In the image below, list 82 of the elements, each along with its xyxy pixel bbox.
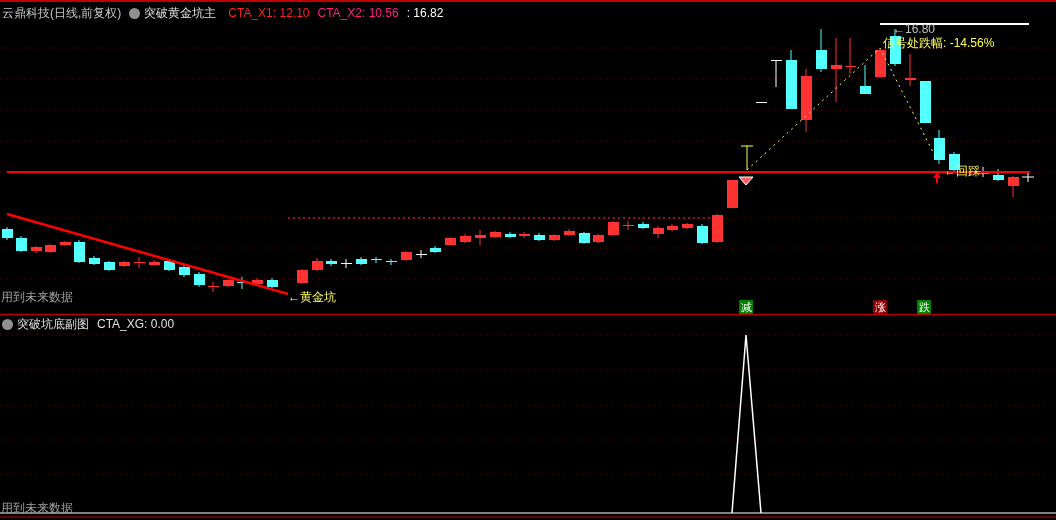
candlestick — [104, 260, 115, 272]
candlestick — [179, 264, 190, 278]
candlestick — [549, 233, 560, 242]
signal-tag: 减 — [739, 300, 753, 314]
candlestick — [593, 233, 604, 244]
candlestick — [579, 231, 590, 245]
gem-icon — [738, 176, 754, 186]
dropdown-icon[interactable] — [129, 7, 141, 19]
up-arrow-icon — [933, 172, 941, 183]
candlestick — [608, 220, 619, 237]
candlestick — [223, 278, 234, 288]
candlestick — [740, 145, 754, 171]
candlestick — [326, 258, 337, 267]
candlestick — [564, 228, 575, 237]
candlestick — [875, 48, 886, 79]
indicator-name: 突破黄金坑主 — [144, 5, 217, 22]
candlestick — [727, 179, 738, 209]
candlestick — [401, 250, 412, 262]
candlestick — [667, 223, 678, 232]
candlestick — [490, 230, 501, 239]
candlestick — [386, 258, 397, 266]
candlestick — [134, 256, 145, 269]
candlestick — [934, 129, 945, 165]
candlestick — [356, 256, 367, 266]
candlestick — [460, 233, 471, 244]
candlestick — [845, 37, 856, 75]
candlestick — [920, 80, 931, 124]
candlestick — [831, 37, 842, 103]
candlestick — [801, 68, 812, 133]
candlestick — [194, 271, 205, 288]
candlestick — [416, 249, 427, 259]
candlestick — [297, 268, 308, 285]
indicator-value: : 16.82 — [406, 5, 444, 22]
candlestick — [149, 259, 160, 267]
indicator-value: CTA_X1: 12.10 — [228, 5, 310, 22]
candlestick — [505, 231, 516, 239]
indicator-name: 突破坑底副图 — [17, 316, 89, 333]
candlestick — [16, 235, 27, 253]
candlestick — [905, 53, 916, 87]
candlestick — [756, 101, 767, 104]
candlestick — [653, 225, 664, 239]
candlestick — [2, 226, 13, 241]
warning-text: 用到未来数据 — [1, 500, 73, 517]
candlestick — [712, 213, 723, 244]
candlestick — [682, 222, 693, 230]
candlestick — [993, 168, 1004, 182]
candlestick — [341, 258, 352, 269]
candlestick — [786, 49, 797, 110]
candlestick — [252, 277, 263, 287]
candlestick — [519, 231, 530, 239]
candlestick — [475, 229, 486, 246]
candlestick — [267, 277, 278, 289]
stock-title: 云鼎科技(日线,前复权) — [2, 5, 122, 22]
candlestick — [89, 255, 100, 266]
candlestick — [430, 245, 441, 254]
warning-text: 用到未来数据 — [1, 289, 73, 306]
candlestick — [771, 59, 782, 88]
candlestick — [860, 64, 871, 95]
candlestick — [45, 243, 56, 254]
dropdown-icon[interactable] — [2, 318, 13, 330]
candlestick — [445, 236, 456, 247]
chart-label: ←黄金坑 — [288, 291, 336, 303]
candlestick — [816, 28, 827, 73]
candlestick — [1008, 175, 1019, 198]
candlestick — [119, 260, 130, 268]
candlestick — [1021, 172, 1035, 183]
candlestick — [74, 239, 85, 264]
candlestick — [371, 256, 382, 264]
candlestick — [60, 240, 71, 247]
indicator-value: CTA_XG: 0.00 — [97, 316, 175, 333]
candlestick — [164, 258, 175, 272]
candlestick — [31, 245, 42, 254]
candlestick — [697, 223, 708, 245]
signal-tag: 跌 — [917, 300, 931, 314]
candlestick — [623, 220, 634, 231]
signal-tag: 涨 — [873, 300, 887, 314]
candlestick — [534, 232, 545, 242]
indicator-value: CTA_X2: 10.56 — [317, 5, 399, 22]
chart-label: ←16.80 — [893, 23, 936, 35]
candlestick — [208, 281, 219, 293]
candlestick — [638, 221, 649, 230]
candlestick — [312, 257, 323, 272]
